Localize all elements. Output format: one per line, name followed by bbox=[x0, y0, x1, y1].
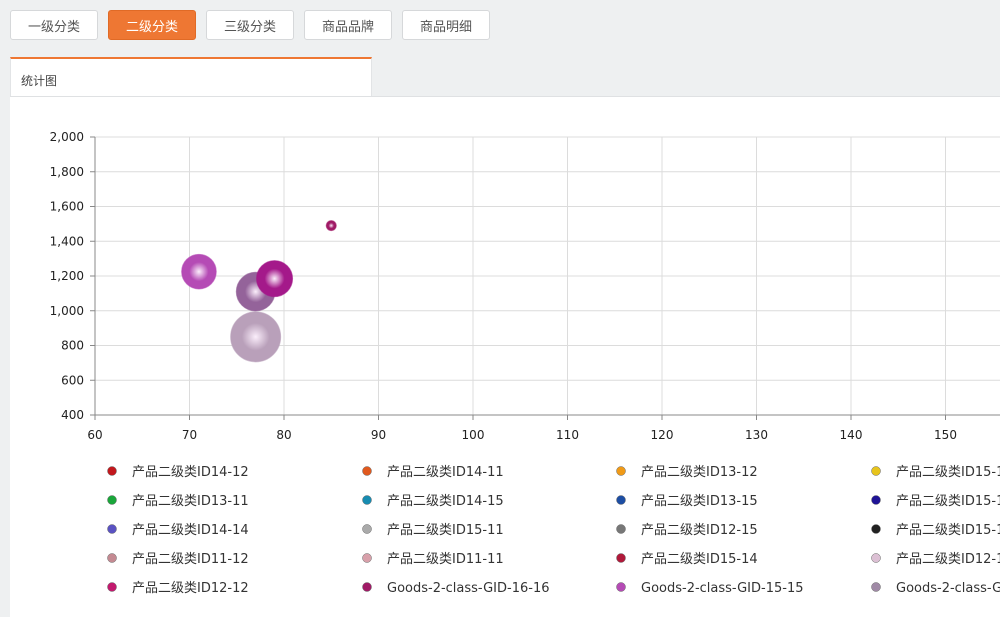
bubble-point[interactable] bbox=[257, 261, 293, 297]
legend-item-label[interactable]: 产品二级类ID13-11 bbox=[132, 494, 249, 509]
legend-item-label[interactable]: 产品二级类ID15-1 bbox=[896, 465, 1000, 480]
legend-item-label[interactable]: 产品二级类ID15-1 bbox=[896, 494, 1000, 509]
legend-item-label[interactable]: 产品二级类ID15-11 bbox=[387, 523, 504, 538]
legend-marker[interactable] bbox=[108, 525, 117, 534]
legend-marker[interactable] bbox=[108, 496, 117, 505]
legend-item-label[interactable]: 产品二级类ID14-11 bbox=[387, 465, 504, 480]
legend-marker[interactable] bbox=[108, 583, 117, 592]
legend-marker[interactable] bbox=[363, 525, 372, 534]
x-tick-label: 70 bbox=[182, 428, 197, 442]
legend-item-label[interactable]: 产品二级类ID14-15 bbox=[387, 494, 504, 509]
y-tick-label: 1,800 bbox=[50, 165, 84, 179]
x-tick-label: 90 bbox=[371, 428, 386, 442]
x-tick-label: 140 bbox=[840, 428, 863, 442]
legend-marker[interactable] bbox=[617, 583, 626, 592]
legend-marker[interactable] bbox=[617, 554, 626, 563]
legend-marker[interactable] bbox=[872, 467, 881, 476]
legend-item-label[interactable]: 产品二级类ID14-14 bbox=[132, 523, 249, 538]
x-tick-label: 80 bbox=[276, 428, 291, 442]
legend-item-label[interactable]: Goods-2-class-G bbox=[896, 581, 1000, 596]
legend-item-label[interactable]: 产品二级类ID12-12 bbox=[132, 581, 249, 596]
x-tick-label: 130 bbox=[745, 428, 768, 442]
legend-item-label[interactable]: 产品二级类ID11-11 bbox=[387, 552, 504, 567]
bubble-chart: 400 600 800 1,000 1,200 1,400 1,600 1,800 2,000 6… bbox=[0, 0, 1000, 600]
legend-marker[interactable] bbox=[872, 496, 881, 505]
legend-marker[interactable] bbox=[108, 467, 117, 476]
legend-marker[interactable] bbox=[872, 583, 881, 592]
y-tick-label: 1,600 bbox=[50, 200, 84, 214]
x-tick-label: 100 bbox=[462, 428, 485, 442]
legend-item-label[interactable]: Goods-2-class-GID-15-15 bbox=[641, 581, 803, 596]
y-tick-label: 1,000 bbox=[50, 304, 84, 318]
legend-item-label[interactable]: 产品二级类ID12-1 bbox=[896, 552, 1000, 567]
legend-item-label[interactable]: 产品二级类ID15-1 bbox=[896, 523, 1000, 538]
y-tick-label: 1,200 bbox=[50, 269, 84, 283]
legend-marker[interactable] bbox=[108, 554, 117, 563]
legend-item-label[interactable]: 产品二级类ID11-12 bbox=[132, 552, 249, 567]
legend-marker[interactable] bbox=[617, 525, 626, 534]
x-tick-label: 150 bbox=[934, 428, 957, 442]
y-tick-label: 1,400 bbox=[50, 234, 84, 248]
y-tick-label: 2,000 bbox=[50, 130, 84, 144]
x-tick-label: 60 bbox=[87, 428, 102, 442]
legend-item-label[interactable]: 产品二级类ID15-14 bbox=[641, 552, 758, 567]
bubble-point[interactable] bbox=[231, 312, 281, 362]
legend-item-label[interactable]: 产品二级类ID13-12 bbox=[641, 465, 758, 480]
chart-legend: 产品二级类ID14-12 产品二级类ID14-11 产品二级类ID13-12 产品二级… bbox=[108, 465, 1000, 596]
legend-marker[interactable] bbox=[363, 583, 372, 592]
y-tick-label: 800 bbox=[61, 339, 84, 353]
chart-grid bbox=[95, 137, 1000, 415]
legend-item-label[interactable]: Goods-2-class-GID-16-16 bbox=[387, 581, 549, 596]
legend-marker[interactable] bbox=[363, 467, 372, 476]
legend-item-label[interactable]: 产品二级类ID14-12 bbox=[132, 465, 249, 480]
legend-marker[interactable] bbox=[872, 525, 881, 534]
legend-item-label[interactable]: 产品二级类ID13-15 bbox=[641, 494, 758, 509]
bubble-point[interactable] bbox=[326, 221, 336, 231]
legend-item-label[interactable]: 产品二级类ID12-15 bbox=[641, 523, 758, 538]
bubble-point[interactable] bbox=[182, 254, 217, 289]
legend-marker[interactable] bbox=[617, 496, 626, 505]
x-tick-label: 110 bbox=[556, 428, 579, 442]
y-tick-label: 400 bbox=[61, 408, 84, 422]
legend-marker[interactable] bbox=[363, 496, 372, 505]
legend-marker[interactable] bbox=[363, 554, 372, 563]
legend-marker[interactable] bbox=[617, 467, 626, 476]
legend-marker[interactable] bbox=[872, 554, 881, 563]
y-tick-label: 600 bbox=[61, 373, 84, 387]
chart-bubbles bbox=[182, 221, 337, 362]
x-tick-label: 120 bbox=[651, 428, 674, 442]
